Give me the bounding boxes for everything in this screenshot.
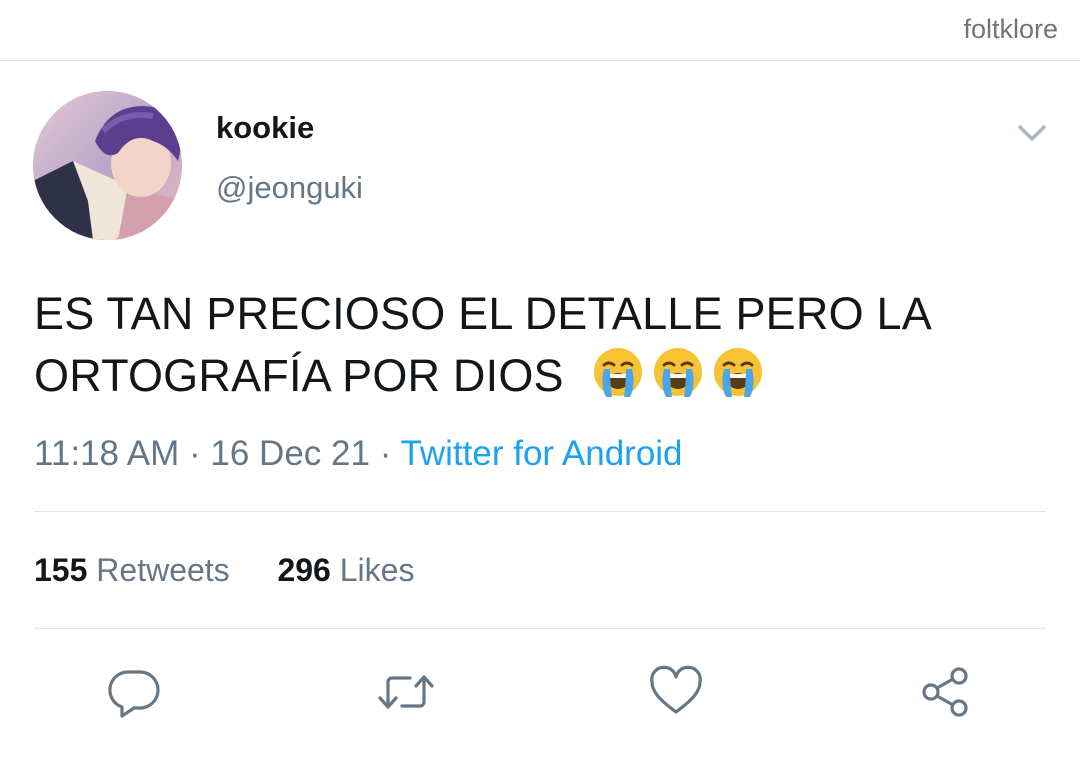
like-icon[interactable]	[648, 664, 704, 720]
tweet-source-link[interactable]: Twitter for Android	[400, 434, 682, 473]
retweets-count: 155	[34, 552, 88, 588]
retweet-icon[interactable]	[376, 664, 434, 720]
tweet-stats: 155 Retweets 296 Likes	[34, 552, 414, 589]
divider	[34, 628, 1046, 629]
likes-label: Likes	[339, 552, 415, 588]
avatar[interactable]	[33, 91, 182, 240]
header-divider	[0, 60, 1080, 61]
tweet-time: 11:18 AM	[34, 434, 180, 473]
reply-icon[interactable]	[106, 664, 162, 720]
divider	[34, 511, 1046, 512]
chevron-down-icon[interactable]	[1012, 115, 1052, 149]
tweet-date: 16 Dec 21	[210, 434, 370, 473]
retweets-stat[interactable]: 155 Retweets	[34, 552, 239, 588]
loudly-crying-face-icon	[710, 345, 766, 401]
likes-count: 296	[277, 552, 331, 588]
likes-stat[interactable]: 296 Likes	[277, 552, 414, 588]
tweet-text-line-2-text: ORTOGRAFÍA POR DIOS	[34, 350, 564, 401]
tweet-text: ES TAN PRECIOSO EL DETALLE PERO LA ORTOG…	[34, 283, 1044, 407]
watermark: foltklore	[963, 14, 1058, 44]
share-icon[interactable]	[917, 664, 973, 720]
tweet-text-line-1: ES TAN PRECIOSO EL DETALLE PERO LA	[34, 288, 932, 339]
author-display-name[interactable]: kookie	[216, 110, 314, 146]
retweets-label: Retweets	[96, 552, 230, 588]
loudly-crying-face-icon	[650, 345, 706, 401]
tweet-text-line-2: ORTOGRAFÍA POR DIOS	[34, 345, 1044, 407]
loudly-crying-face-icon	[590, 345, 646, 401]
tweet-page: foltklore kookie @jeonguki ES TAN PRECIO…	[0, 0, 1080, 776]
meta-separator: ·	[379, 434, 392, 473]
tweet-meta: 11:18 AM · 16 Dec 21 · Twitter for Andro…	[34, 434, 683, 474]
author-handle[interactable]: @jeonguki	[216, 170, 363, 206]
meta-separator: ·	[189, 434, 201, 473]
